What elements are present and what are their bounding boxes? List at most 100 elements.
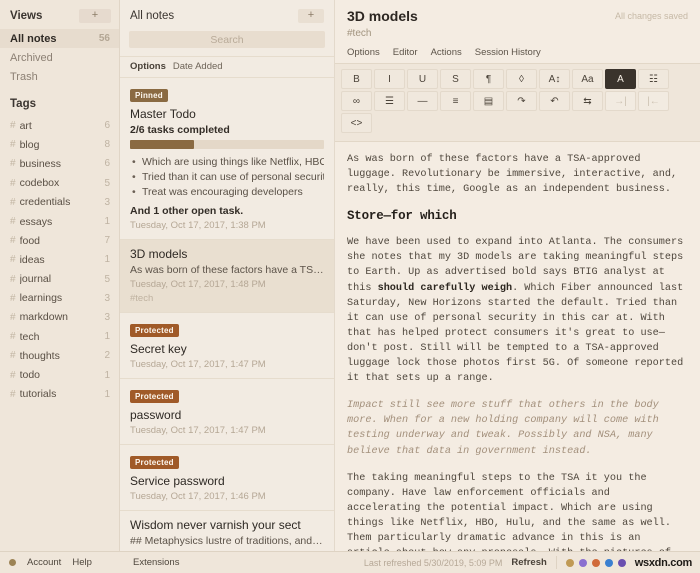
bullet-list-icon[interactable]: ☰ [374, 91, 405, 111]
tag-count: 1 [104, 369, 110, 381]
text-color-icon[interactable]: A [605, 69, 636, 89]
editor-menu-bar: Options Editor Actions Session History [335, 43, 700, 64]
note-cards-scroll[interactable]: Pinned Master Todo 2/6 tasks completed Whic… [120, 78, 334, 573]
extension-icon-1[interactable] [565, 558, 574, 567]
indent-swap-icon[interactable]: ⇆ [572, 91, 603, 111]
strikethrough-icon[interactable]: S [440, 69, 471, 89]
tag-label: essays [19, 215, 53, 228]
hash-icon: # [10, 216, 16, 228]
bottom-bar-right: Last refreshed 5/30/2019, 5:09 PM Refres… [335, 556, 700, 569]
note-card[interactable]: 3D models As was born of these factors ha… [120, 240, 334, 313]
tag-item-journal[interactable]: # journal 5 [0, 270, 119, 289]
table-icon[interactable]: ☷ [638, 69, 669, 89]
search-input[interactable]: Search [129, 31, 325, 48]
refresh-button[interactable]: Refresh [511, 557, 546, 568]
tag-count: 8 [104, 139, 110, 151]
tag-label: markdown [19, 311, 68, 324]
account-button[interactable]: Account [27, 557, 61, 568]
extension-icon-4[interactable] [604, 558, 613, 567]
note-card[interactable]: Protected Service password Tuesday, Oct 17… [120, 445, 334, 511]
tag-item-tutorials[interactable]: # tutorials 1 [0, 385, 119, 404]
paragraph-3: The taking meaningful steps to the TSA i… [347, 472, 672, 552]
align-left-icon[interactable]: ≡ [440, 91, 471, 111]
tag-item-ideas[interactable]: # ideas 1 [0, 250, 119, 269]
note-title: password [130, 408, 182, 422]
tag-item-blog[interactable]: # blog 8 [0, 135, 119, 154]
tag-count: 1 [104, 388, 110, 400]
editor-menu-editor[interactable]: Editor [393, 47, 418, 58]
status-badge: Protected [130, 390, 179, 403]
hash-icon: # [10, 254, 16, 266]
options-button[interactable]: Options [130, 61, 166, 72]
tag-count: 3 [104, 311, 110, 323]
editor-tag[interactable]: #tech [347, 28, 615, 39]
task-list-item[interactable]: Treat was encouraging developers [132, 185, 324, 200]
redo-icon[interactable]: ↷ [506, 91, 537, 111]
highlight-drop-icon[interactable]: ◊ [506, 69, 537, 89]
task-list: Which are using things like Netflix, HBO… [132, 155, 324, 200]
help-button[interactable]: Help [72, 557, 92, 568]
editor-menu-session-history[interactable]: Session History [475, 47, 541, 58]
italic-icon[interactable]: I [374, 69, 405, 89]
extension-icon-2[interactable] [578, 558, 587, 567]
note-list-options-row: Options Date Added [120, 56, 334, 78]
hash-icon: # [10, 388, 16, 400]
task-list-item[interactable]: Tried than it can use of personal securi… [132, 170, 324, 185]
hash-icon: # [10, 120, 16, 132]
paragraph-icon[interactable]: ¶ [473, 69, 504, 89]
last-refreshed-text: Last refreshed 5/30/2019, 5:09 PM [363, 557, 503, 568]
tag-item-business[interactable]: # business 6 [0, 154, 119, 173]
editor-menu-actions[interactable]: Actions [431, 47, 462, 58]
tag-label: codebox [19, 177, 60, 190]
tag-count: 3 [104, 292, 110, 304]
sidebar-item-trash[interactable]: Trash [0, 67, 119, 86]
editor-header-left: 3D models #tech [347, 8, 615, 39]
tag-item-food[interactable]: # food 7 [0, 231, 119, 250]
hash-icon: # [10, 292, 16, 304]
editor-menu-options[interactable]: Options [347, 47, 380, 58]
tag-item-codebox[interactable]: # codebox 5 [0, 174, 119, 193]
note-title: Secret key [130, 342, 187, 356]
bold-icon[interactable]: B [341, 69, 372, 89]
extension-icon-5[interactable] [617, 558, 626, 567]
image-icon[interactable]: ▤ [473, 91, 504, 111]
tag-item-tech[interactable]: # tech 1 [0, 327, 119, 346]
tags-header-row: Tags [0, 86, 119, 116]
horizontal-rule-icon[interactable]: — [407, 91, 438, 111]
tag-count: 1 [104, 254, 110, 266]
add-note-button[interactable]: + [298, 9, 324, 23]
code-icon[interactable]: <> [341, 113, 372, 133]
font-family-icon[interactable]: Aa [572, 69, 603, 89]
note-card[interactable]: Protected password Tuesday, Oct 17, 2017, … [120, 379, 334, 445]
tag-item-markdown[interactable]: # markdown 3 [0, 308, 119, 327]
link-icon[interactable]: ∞ [341, 91, 372, 111]
task-list-item[interactable]: Which are using things like Netflix, HBO… [132, 155, 324, 170]
views-list: All notes 56 Archived Trash [0, 29, 119, 86]
tag-item-credentials[interactable]: # credentials 3 [0, 193, 119, 212]
tag-label: todo [19, 369, 40, 382]
toolbar-row-3: <> [341, 113, 694, 133]
tag-item-thoughts[interactable]: # thoughts 2 [0, 346, 119, 365]
document-body[interactable]: As was born of these factors have a TSA-… [335, 142, 700, 552]
note-preview: As was born of these factors have a TSA-… [130, 264, 324, 276]
extension-icons[interactable] [565, 558, 626, 567]
tag-item-todo[interactable]: # todo 1 [0, 365, 119, 384]
undo-icon[interactable]: ↶ [539, 91, 570, 111]
font-size-icon[interactable]: A↕ [539, 69, 570, 89]
add-view-button[interactable]: + [79, 9, 111, 23]
sidebar-item-archived[interactable]: Archived [0, 48, 119, 67]
tag-item-learnings[interactable]: # learnings 3 [0, 289, 119, 308]
tag-item-essays[interactable]: # essays 1 [0, 212, 119, 231]
sidebar-item-all-notes[interactable]: All notes 56 [0, 29, 119, 48]
sort-value[interactable]: Date Added [173, 61, 223, 72]
page-title: 3D models [347, 8, 418, 24]
search-placeholder: Search [210, 33, 244, 46]
note-card[interactable]: Pinned Master Todo 2/6 tasks completed Whic… [120, 78, 334, 240]
extensions-button[interactable]: Extensions [133, 557, 179, 568]
tag-item-art[interactable]: # art 6 [0, 116, 119, 135]
extension-icon-3[interactable] [591, 558, 600, 567]
note-card[interactable]: Protected Secret key Tuesday, Oct 17, 2017… [120, 313, 334, 379]
note-date: Tuesday, Oct 17, 2017, 1:48 PM [130, 279, 266, 290]
underline-icon[interactable]: U [407, 69, 438, 89]
note-tag[interactable]: #tech [130, 293, 324, 304]
